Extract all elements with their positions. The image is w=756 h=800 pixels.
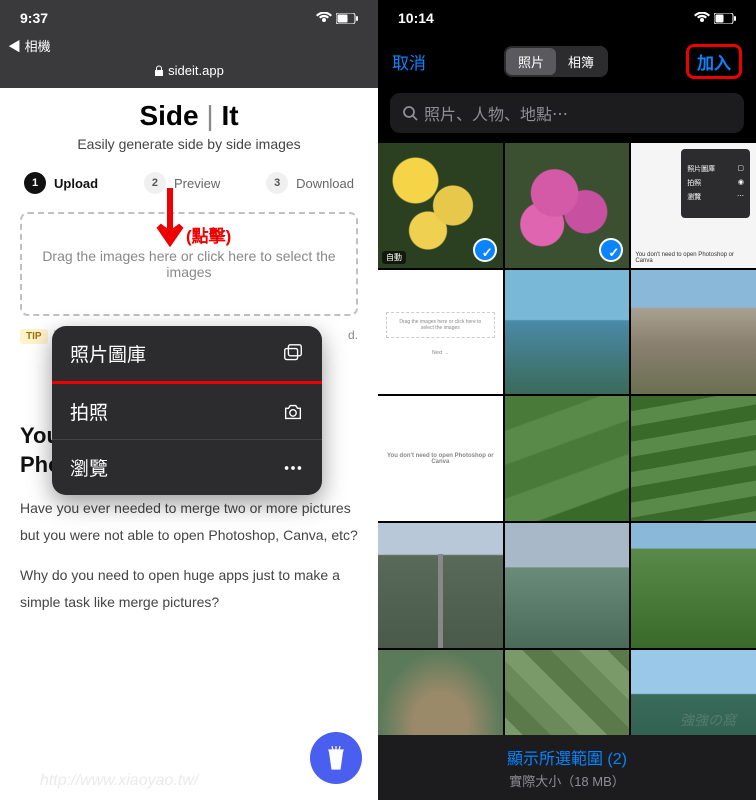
wifi-icon: [694, 12, 710, 24]
back-to-app[interactable]: ◀ 相機: [0, 36, 378, 57]
url-bar[interactable]: sideit.app: [0, 57, 378, 88]
tab-albums[interactable]: 相簿: [556, 48, 606, 75]
status-bar: 10:14: [378, 0, 756, 36]
photo-thumb[interactable]: 照片圖庫▢ 拍照◉ 瀏覽⋯ You don't need to open Pho…: [631, 143, 756, 268]
search-row: 照片、人物、地點⋯: [378, 87, 756, 143]
add-button[interactable]: 加入: [686, 44, 742, 79]
annotation-arrow: [155, 188, 185, 253]
photo-thumb[interactable]: [631, 396, 756, 521]
lock-icon: [154, 65, 164, 77]
tab-photos[interactable]: 照片: [506, 48, 556, 75]
selection-footer[interactable]: 顯示所選範圍 (2) 實際大小（18 MB）: [378, 735, 756, 800]
status-time: 10:14: [398, 10, 434, 26]
selection-size: 實際大小（18 MB）: [388, 771, 746, 790]
search-icon: [402, 105, 418, 121]
tip-badge: TIP: [20, 329, 48, 344]
steps: 1Upload 2Preview 3Download: [20, 172, 358, 212]
photo-thumb[interactable]: Drag the images here or click here to se…: [378, 270, 503, 395]
photo-thumb[interactable]: You don't need to open Photoshop or Canv…: [378, 396, 503, 521]
camera-icon: [282, 401, 304, 423]
photo-thumb[interactable]: [505, 270, 630, 395]
ellipsis-icon: [282, 457, 304, 479]
battery-icon: [336, 13, 358, 24]
section-paragraph-1: Have you ever needed to merge two or mor…: [20, 495, 358, 548]
watermark: 強強の窩: [680, 710, 736, 730]
status-icons: [694, 12, 736, 24]
app-title: Side | It: [20, 100, 358, 132]
menu-take-photo[interactable]: 拍照: [52, 384, 322, 440]
search-input[interactable]: 照片、人物、地點⋯: [390, 93, 744, 133]
selection-count: 顯示所選範圍 (2): [388, 745, 746, 769]
photo-grid: 自動 照片圖庫▢ 拍照◉ 瀏覽⋯ You don't need to open …: [378, 143, 756, 774]
upload-context-menu: 照片圖庫 拍照 瀏覽: [52, 326, 322, 495]
photo-thumb[interactable]: 自動: [378, 143, 503, 268]
cup-icon: [324, 744, 348, 772]
annotation-click-label: (點擊): [186, 222, 231, 247]
photo-thumb[interactable]: [505, 523, 630, 648]
menu-photo-library[interactable]: 照片圖庫: [52, 326, 322, 384]
step-download[interactable]: 3Download: [266, 172, 354, 194]
photo-thumb[interactable]: [505, 396, 630, 521]
battery-icon: [714, 13, 736, 24]
photo-picker-header: 取消 照片 相簿 加入: [378, 36, 756, 87]
section-paragraph-2: Why do you need to open huge apps just t…: [20, 562, 358, 615]
cancel-button[interactable]: 取消: [392, 49, 426, 74]
status-time: 9:37: [20, 10, 48, 26]
picker-tabs: 照片 相簿: [504, 46, 608, 77]
phone-right-screenshot: 10:14 取消 照片 相簿 加入 照片、人物、地點⋯ 自動 照片圖庫▢ 拍照◉…: [378, 0, 756, 800]
watermark: http://www.xiaoyao.tw/: [40, 772, 198, 790]
photo-thumb[interactable]: [631, 270, 756, 395]
photo-stack-icon: [282, 343, 304, 365]
photo-thumb[interactable]: [631, 523, 756, 648]
wifi-icon: [316, 12, 332, 24]
phone-left-screenshot: 9:37 ◀ 相機 sideit.app Side | It Easily ge…: [0, 0, 378, 800]
photo-thumb[interactable]: [378, 523, 503, 648]
step-upload[interactable]: 1Upload: [24, 172, 98, 194]
photo-thumb[interactable]: [505, 143, 630, 268]
status-icons: [316, 12, 358, 24]
support-fab[interactable]: [310, 732, 362, 784]
app-subtitle: Easily generate side by side images: [20, 136, 358, 152]
menu-browse[interactable]: 瀏覽: [52, 440, 322, 495]
status-bar: 9:37: [0, 0, 378, 36]
